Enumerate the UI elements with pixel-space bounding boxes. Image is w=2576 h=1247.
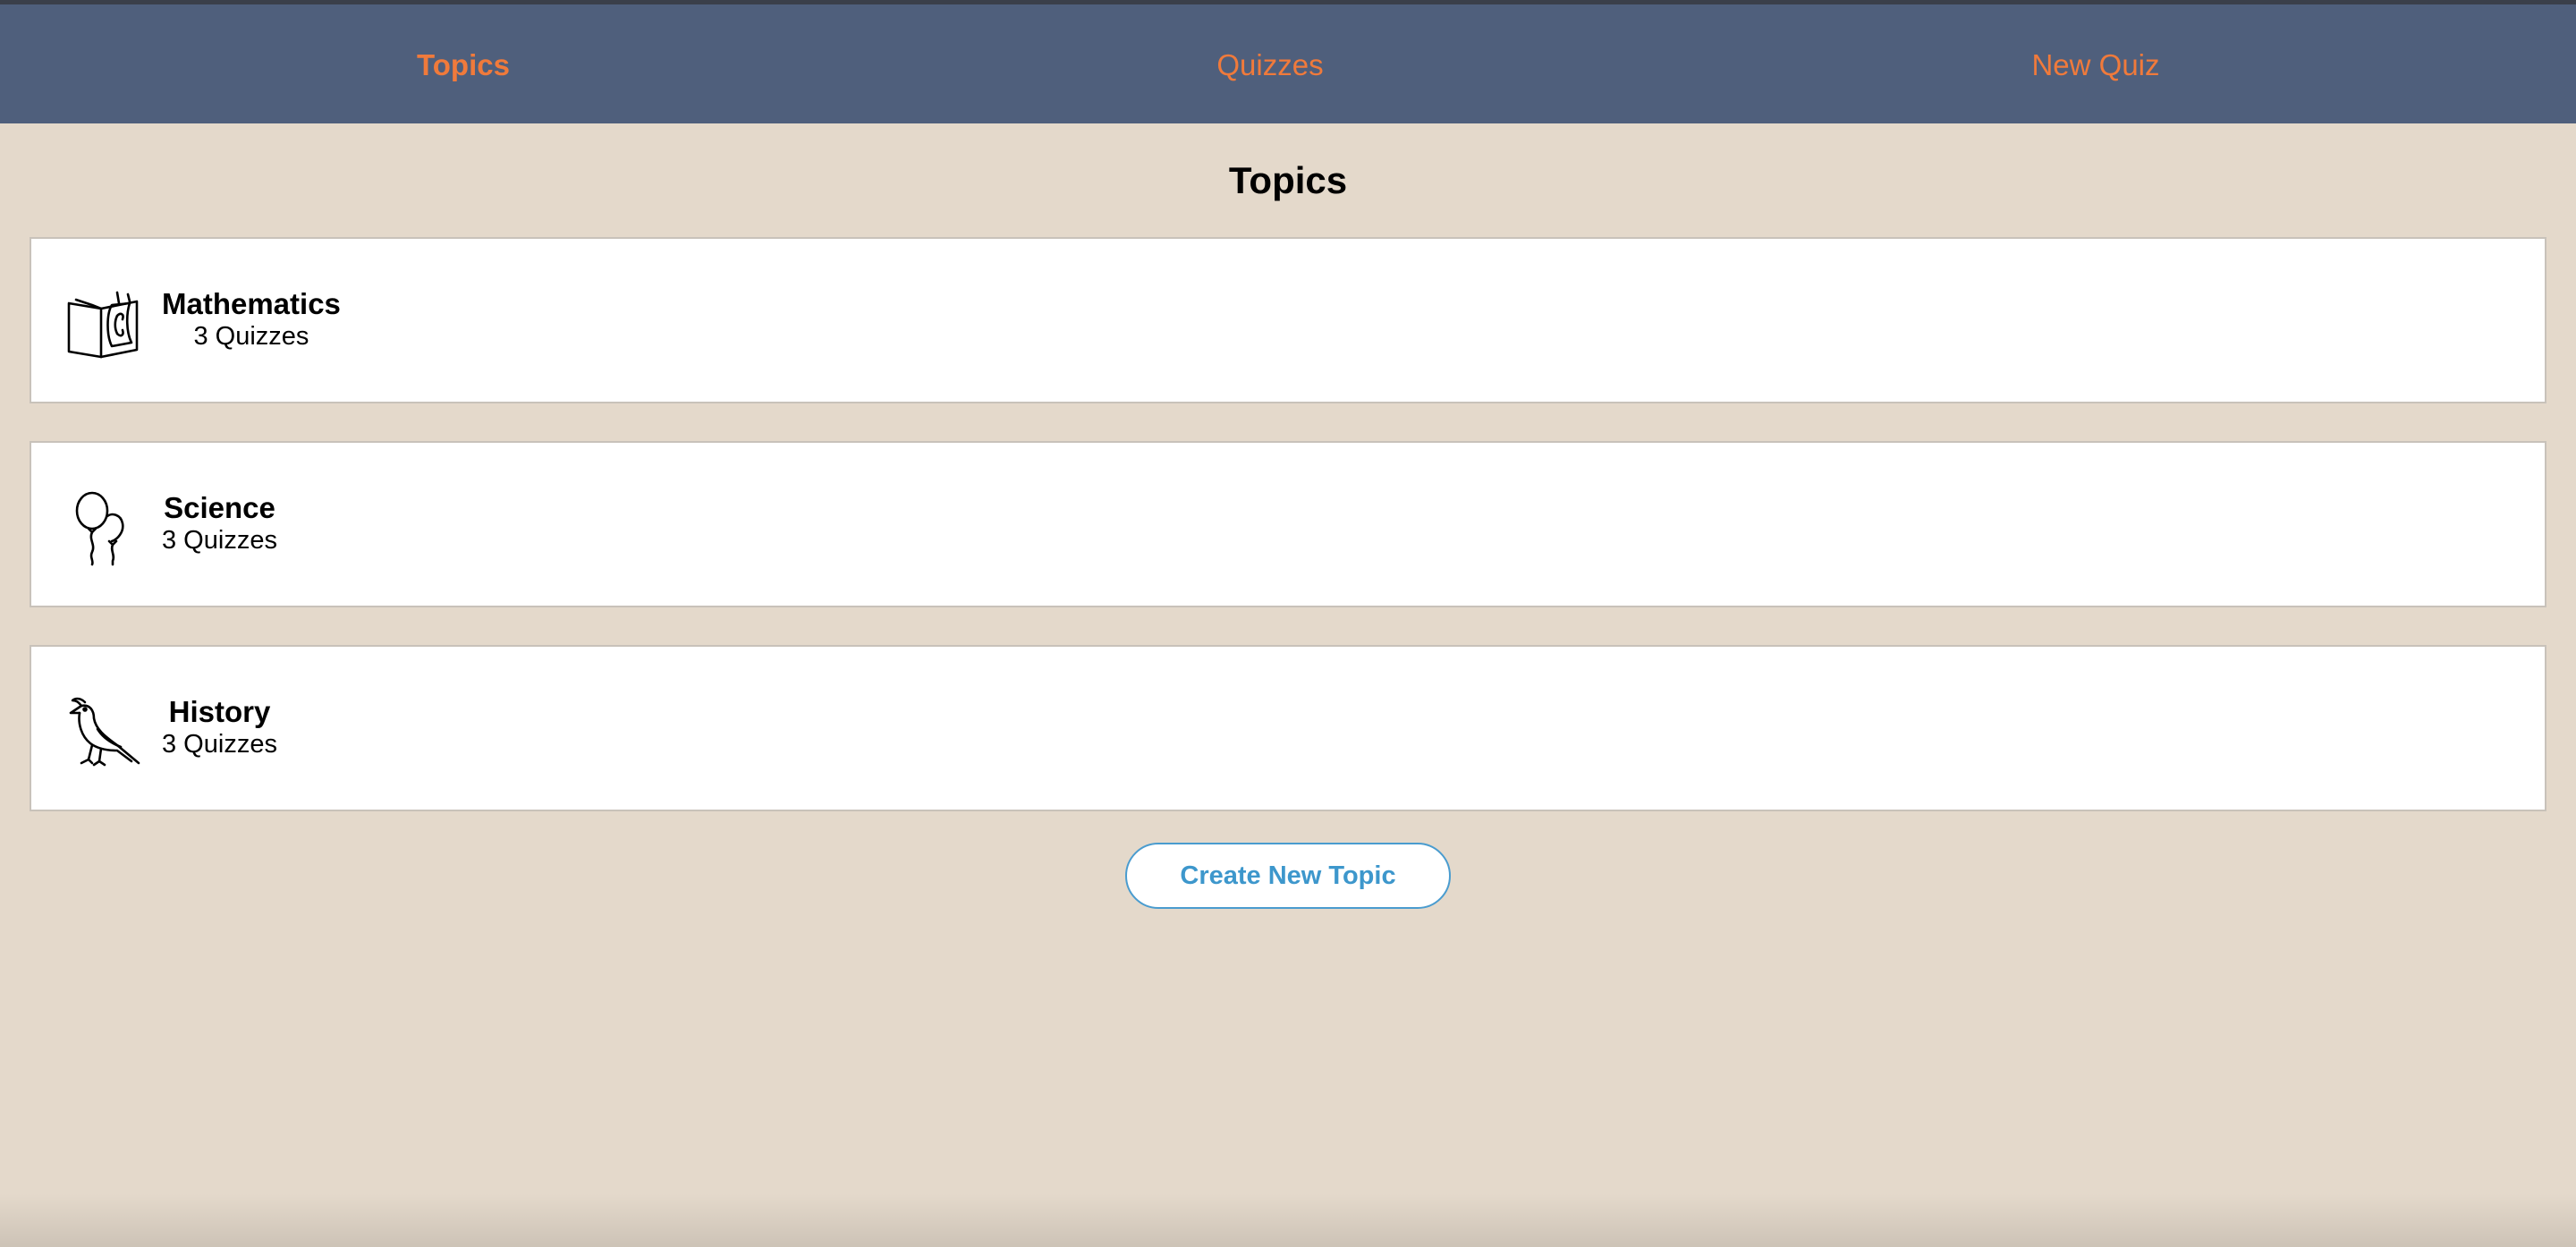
balloons-icon bbox=[65, 489, 142, 566]
topic-name: History bbox=[168, 695, 271, 728]
nav-link-topics[interactable]: Topics bbox=[0, 47, 927, 83]
page-title: Topics bbox=[1228, 159, 1348, 201]
topic-name: Science bbox=[164, 491, 275, 524]
topic-text: Science 3 Quizzes bbox=[162, 491, 277, 556]
topic-card-mathematics[interactable]: Mathematics 3 Quizzes bbox=[30, 237, 2546, 403]
topic-card-history[interactable]: History 3 Quizzes bbox=[30, 645, 2546, 811]
topic-card-science[interactable]: Science 3 Quizzes bbox=[30, 441, 2546, 607]
bird-icon bbox=[65, 693, 142, 770]
top-navigation-bar: Topics Quizzes New Quiz bbox=[0, 0, 2576, 123]
topic-quiz-count: 3 Quizzes bbox=[162, 526, 277, 555]
topic-quiz-count: 3 Quizzes bbox=[162, 730, 277, 759]
nav-link-new-quiz[interactable]: New Quiz bbox=[2006, 47, 2185, 83]
topic-name: Mathematics bbox=[162, 287, 341, 320]
nav-link-quizzes[interactable]: Quizzes bbox=[1181, 47, 1360, 83]
topic-text: Mathematics 3 Quizzes bbox=[162, 287, 341, 352]
bottom-edge-shadow bbox=[0, 1193, 2576, 1247]
create-new-topic-button[interactable]: Create New Topic bbox=[1125, 843, 1451, 909]
topic-text: History 3 Quizzes bbox=[162, 695, 277, 759]
book-icon bbox=[65, 285, 142, 362]
topic-quiz-count: 3 Quizzes bbox=[193, 322, 309, 351]
